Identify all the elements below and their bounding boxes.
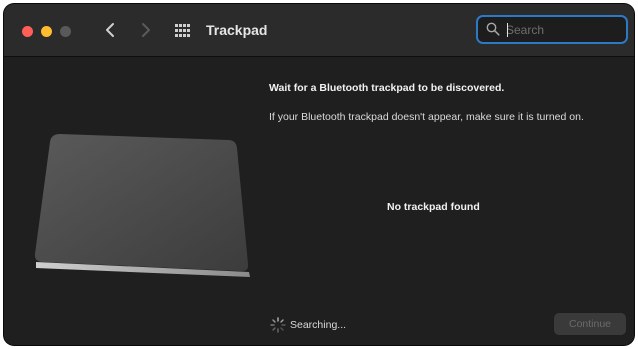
continue-button[interactable]: Continue — [554, 313, 626, 335]
search-input[interactable] — [506, 21, 616, 38]
text-caret — [507, 23, 508, 37]
chevron-right-icon — [142, 23, 150, 37]
search-field[interactable] — [476, 15, 628, 44]
zoom-button[interactable] — [60, 26, 71, 37]
close-button[interactable] — [22, 26, 33, 37]
window-title: Trackpad — [206, 22, 268, 38]
instruction-text: If your Bluetooth trackpad doesn't appea… — [269, 111, 584, 123]
back-button[interactable] — [101, 18, 121, 42]
spinner-icon — [270, 317, 286, 333]
search-icon — [486, 22, 500, 36]
preferences-window: Trackpad Wait for a Bluetooth trackpad t… — [4, 4, 634, 345]
searching-label: Searching... — [290, 319, 347, 331]
status-message: No trackpad found — [387, 201, 480, 213]
forward-button[interactable] — [135, 18, 155, 42]
show-all-grid-icon[interactable] — [175, 24, 190, 37]
trackpad-illustration — [34, 134, 250, 277]
minimize-button[interactable] — [41, 26, 52, 37]
page-heading: Wait for a Bluetooth trackpad to be disc… — [269, 82, 505, 94]
title-bar: Trackpad — [4, 4, 634, 57]
chevron-left-icon — [106, 23, 114, 37]
